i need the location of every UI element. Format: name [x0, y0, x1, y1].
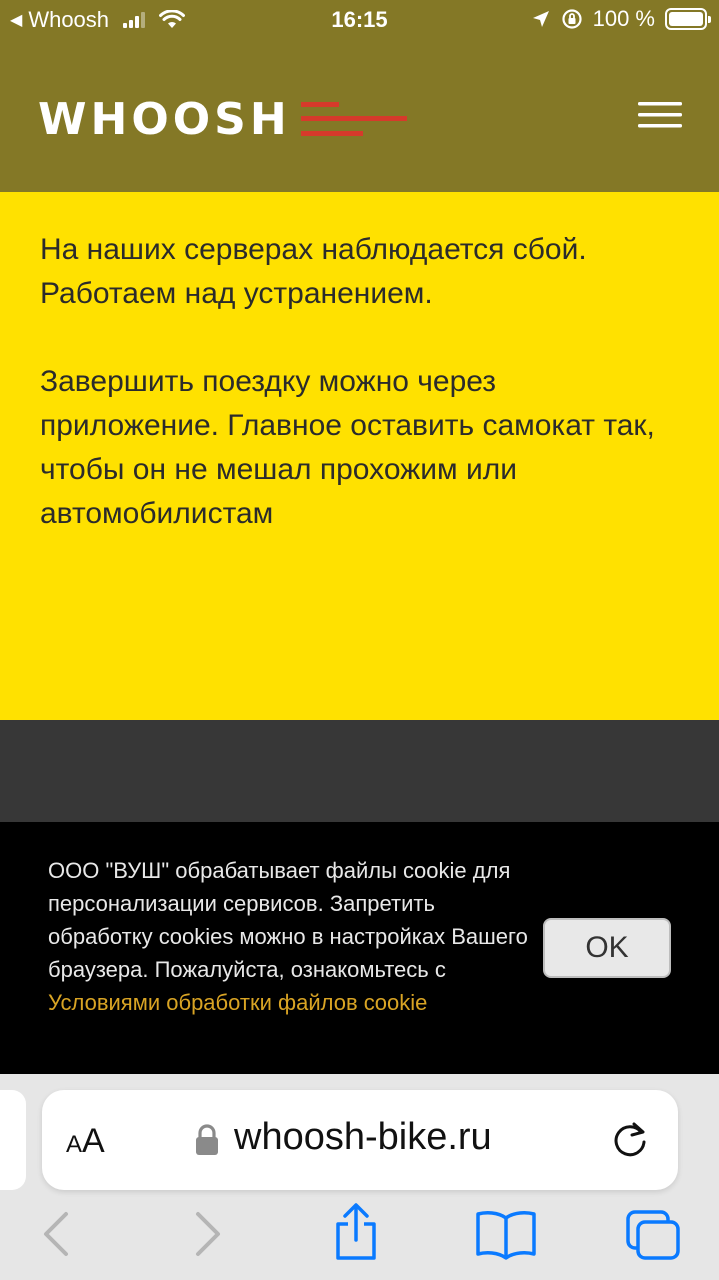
- battery-icon: [665, 8, 711, 30]
- bookmarks-icon[interactable]: [474, 1208, 538, 1260]
- outage-paragraph: На наших серверах наблюдается сбой. Рабо…: [40, 233, 587, 310]
- forward-nav-icon[interactable]: [192, 1210, 226, 1258]
- orientation-lock-icon: [562, 9, 582, 29]
- cookie-notice-text: ООО "ВУШ" обрабатывает файлы cookie для …: [48, 858, 528, 982]
- logo-text: WHOOSH: [38, 94, 291, 145]
- lock-icon: [196, 1124, 218, 1155]
- instruction-paragraph: Завершить поездку можно через приложение…: [40, 365, 655, 530]
- share-icon[interactable]: [330, 1202, 382, 1262]
- back-nav-icon[interactable]: [38, 1210, 72, 1258]
- cookie-policy-link[interactable]: Условиями обработки файлов cookie: [48, 990, 427, 1015]
- whoosh-logo[interactable]: WHOOSH: [38, 94, 409, 145]
- cookie-text-block: ООО "ВУШ" обрабатывает файлы cookie для …: [48, 854, 528, 1019]
- cookie-banner: ООО "ВУШ" обрабатывает файлы cookie для …: [0, 822, 719, 1074]
- aa-small-label: A: [66, 1131, 83, 1158]
- aa-large-label: A: [82, 1122, 105, 1160]
- url-text: whoosh-bike.ru: [234, 1116, 492, 1158]
- tabs-icon[interactable]: [624, 1208, 684, 1262]
- hamburger-menu-icon[interactable]: [638, 100, 682, 130]
- previous-tab-card[interactable]: [0, 1090, 26, 1190]
- status-bar: ◀ Whoosh 16:15 100 %: [0, 0, 719, 40]
- outage-message: На наших серверах наблюдается сбой. Рабо…: [0, 192, 719, 720]
- logo-speed-lines-icon: [300, 101, 407, 136]
- browser-bottom-bar: AA whoosh-bike.ru: [0, 1074, 719, 1280]
- location-icon: [532, 11, 549, 27]
- cookie-ok-button[interactable]: OK: [543, 918, 671, 978]
- reload-icon[interactable]: [610, 1120, 650, 1160]
- page-settings-button[interactable]: AA: [66, 1122, 105, 1161]
- battery-percent: 100 %: [592, 6, 655, 31]
- address-bar[interactable]: AA whoosh-bike.ru: [42, 1090, 678, 1190]
- header-bar: ◀ Whoosh 16:15 100 % WHOOSH: [0, 0, 719, 192]
